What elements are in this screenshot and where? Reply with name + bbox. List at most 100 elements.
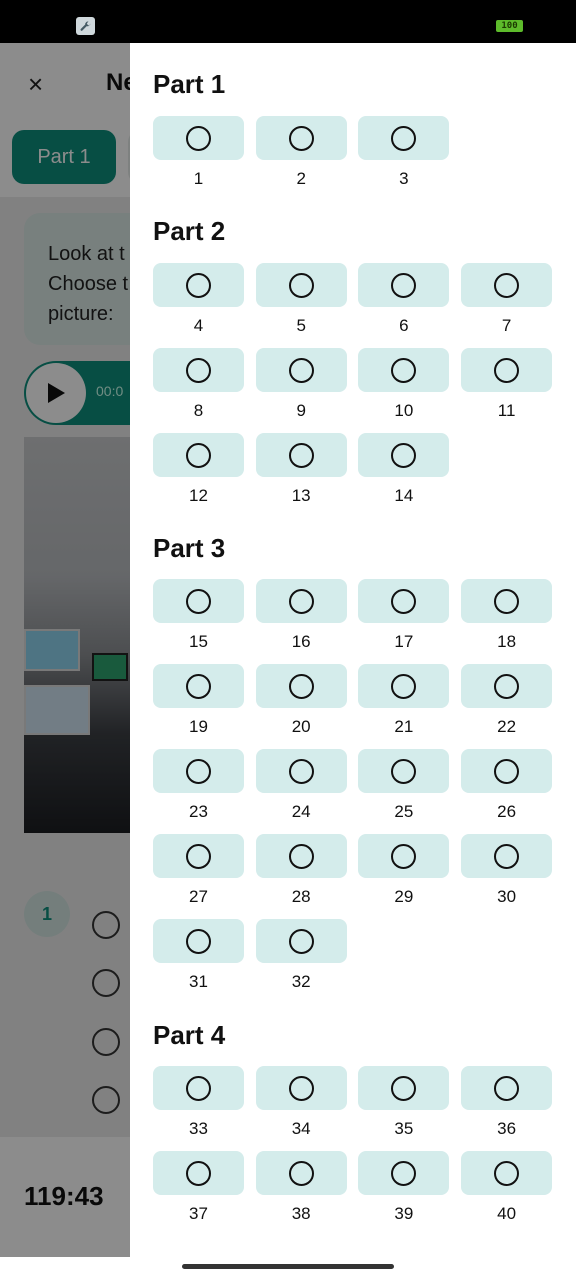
unanswered-circle-icon xyxy=(288,758,314,784)
question-cell: 28 xyxy=(255,834,347,916)
question-cell: 11 xyxy=(461,348,553,430)
unanswered-circle-icon xyxy=(391,272,417,298)
question-number-label: 20 xyxy=(291,717,311,736)
part-section: Part 4 33 34 35 36 37 38 39 40 xyxy=(153,1020,553,1233)
question-32-button[interactable] xyxy=(255,919,347,963)
question-number-label: 37 xyxy=(189,1204,208,1223)
question-28-button[interactable] xyxy=(255,834,347,878)
question-number-label: 31 xyxy=(189,972,208,991)
question-16-button[interactable] xyxy=(255,579,347,623)
unanswered-circle-icon xyxy=(186,673,211,699)
question-12-button[interactable] xyxy=(153,433,244,477)
question-9-button[interactable] xyxy=(255,348,347,392)
question-25-button[interactable] xyxy=(358,749,450,793)
question-number-label: 7 xyxy=(501,316,512,335)
question-31-button[interactable] xyxy=(153,919,244,963)
unanswered-circle-icon xyxy=(494,588,520,614)
question-number-label: 14 xyxy=(394,486,414,505)
question-7-button[interactable] xyxy=(461,263,553,307)
question-22-button[interactable] xyxy=(461,664,553,708)
part-section: Part 1 1 2 3 xyxy=(153,69,450,198)
question-cell: 4 xyxy=(153,263,244,345)
question-number-label: 3 xyxy=(399,169,409,188)
unanswered-circle-icon xyxy=(494,1075,520,1101)
question-number-label: 4 xyxy=(193,316,204,335)
question-26-button[interactable] xyxy=(461,749,553,793)
question-2-button[interactable] xyxy=(255,116,347,160)
part-title: Part 1 xyxy=(153,69,226,99)
question-6-button[interactable] xyxy=(358,263,450,307)
unanswered-circle-icon xyxy=(391,758,417,784)
question-number-label: 23 xyxy=(189,802,208,821)
question-27-button[interactable] xyxy=(153,834,244,878)
part-section: Part 2 4 5 6 7 8 9 10 11 12 13 14 xyxy=(153,216,553,515)
question-cell: 1 xyxy=(153,116,244,198)
question-17-button[interactable] xyxy=(358,579,450,623)
unanswered-circle-icon xyxy=(494,1160,520,1186)
unanswered-circle-icon xyxy=(391,357,417,383)
unanswered-circle-icon xyxy=(186,1075,211,1101)
unanswered-circle-icon xyxy=(288,357,314,383)
question-cell: 20 xyxy=(255,664,347,746)
unanswered-circle-icon xyxy=(494,673,520,699)
unanswered-circle-icon xyxy=(288,1075,314,1101)
question-34-button[interactable] xyxy=(255,1066,347,1110)
unanswered-circle-icon xyxy=(186,1160,211,1186)
question-grid: 33 34 35 36 37 38 39 40 xyxy=(153,1066,553,1233)
question-cell: 27 xyxy=(153,834,244,916)
question-cell: 35 xyxy=(358,1066,450,1148)
question-5-button[interactable] xyxy=(255,263,347,307)
question-cell: 14 xyxy=(358,433,450,515)
question-29-button[interactable] xyxy=(358,834,450,878)
question-13-button[interactable] xyxy=(255,433,347,477)
unanswered-circle-icon xyxy=(391,588,417,614)
question-21-button[interactable] xyxy=(358,664,450,708)
question-38-button[interactable] xyxy=(255,1151,347,1195)
question-33-button[interactable] xyxy=(153,1066,244,1110)
question-number-label: 2 xyxy=(296,169,306,188)
wrench-icon xyxy=(76,17,95,35)
unanswered-circle-icon xyxy=(186,125,211,151)
question-3-button[interactable] xyxy=(358,116,450,160)
question-23-button[interactable] xyxy=(153,749,244,793)
unanswered-circle-icon xyxy=(494,843,520,869)
question-10-button[interactable] xyxy=(358,348,450,392)
question-cell: 5 xyxy=(255,263,347,345)
question-20-button[interactable] xyxy=(255,664,347,708)
question-cell: 18 xyxy=(461,579,553,661)
question-14-button[interactable] xyxy=(358,433,450,477)
question-40-button[interactable] xyxy=(461,1151,553,1195)
question-11-button[interactable] xyxy=(461,348,553,392)
unanswered-circle-icon xyxy=(288,843,314,869)
question-number-label: 19 xyxy=(189,717,208,736)
question-37-button[interactable] xyxy=(153,1151,244,1195)
question-30-button[interactable] xyxy=(461,834,553,878)
question-number-label: 34 xyxy=(291,1119,311,1138)
question-number-label: 16 xyxy=(291,632,311,651)
question-4-button[interactable] xyxy=(153,263,244,307)
question-number-label: 40 xyxy=(497,1204,517,1223)
question-cell: 23 xyxy=(153,749,244,831)
question-number-label: 1 xyxy=(193,169,204,188)
question-cell: 29 xyxy=(358,834,450,916)
unanswered-circle-icon xyxy=(186,588,211,614)
question-number-label: 17 xyxy=(394,632,414,651)
question-number-label: 15 xyxy=(189,632,208,651)
part-section: Part 3 15 16 17 18 19 20 21 22 23 24 25 26 27 28 29 30 3… xyxy=(153,533,553,1001)
home-indicator[interactable] xyxy=(182,1264,394,1269)
question-19-button[interactable] xyxy=(153,664,244,708)
question-36-button[interactable] xyxy=(461,1066,553,1110)
question-39-button[interactable] xyxy=(358,1151,450,1195)
unanswered-circle-icon xyxy=(494,272,520,298)
question-number-label: 25 xyxy=(394,802,414,821)
question-35-button[interactable] xyxy=(358,1066,450,1110)
unanswered-circle-icon xyxy=(288,125,314,151)
question-number-label: 10 xyxy=(394,401,414,420)
question-number-label: 28 xyxy=(291,887,311,906)
question-18-button[interactable] xyxy=(461,579,553,623)
question-15-button[interactable] xyxy=(153,579,244,623)
question-8-button[interactable] xyxy=(153,348,244,392)
question-24-button[interactable] xyxy=(255,749,347,793)
question-1-button[interactable] xyxy=(153,116,244,160)
question-number-label: 29 xyxy=(394,887,414,906)
